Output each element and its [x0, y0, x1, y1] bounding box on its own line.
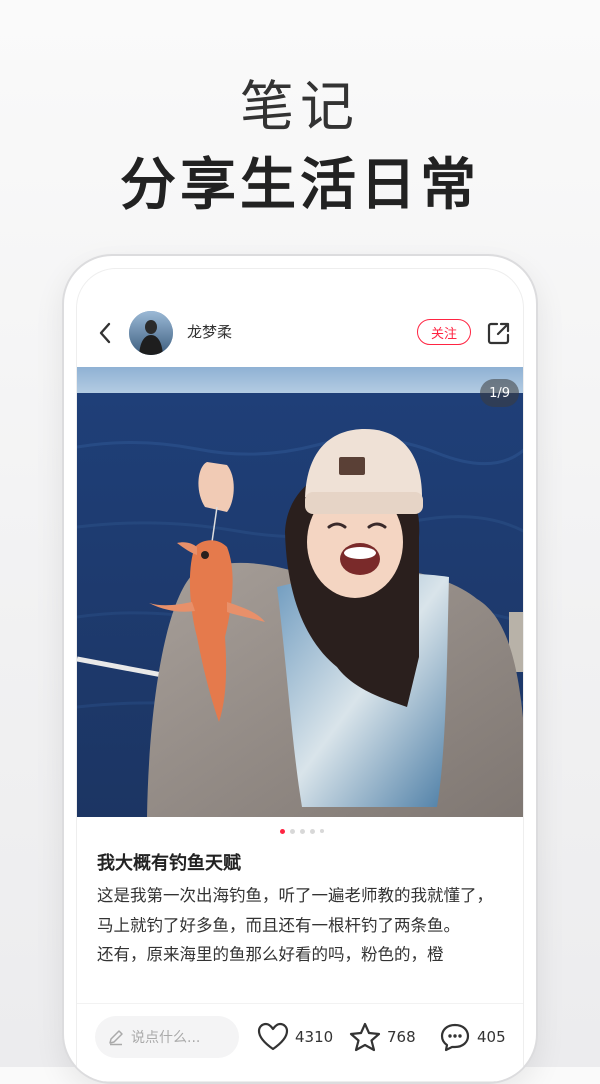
engagement-bar: 说点什么... 4310 768 405 — [77, 1003, 523, 1074]
carousel-dot-active — [280, 828, 285, 834]
back-button[interactable] — [93, 321, 117, 345]
favorite-button[interactable]: 768 — [349, 1022, 416, 1052]
star-icon — [349, 1022, 381, 1052]
carousel-dot — [320, 829, 324, 833]
hero-title: 笔记 — [240, 75, 360, 138]
heart-icon — [257, 1022, 289, 1051]
hero-subtitle: 分享生活日常 — [120, 153, 480, 218]
photo-page-indicator: 1/9 — [480, 379, 519, 407]
note-paragraph: 这是我第一次出海钓鱼，听了一遍老师教的我就懂了，马上就钓了好多鱼，而且还有一根杆… — [97, 886, 493, 935]
comment-count: 405 — [477, 1028, 506, 1046]
pencil-icon — [109, 1030, 123, 1046]
share-button[interactable] — [485, 319, 513, 347]
comment-button[interactable]: 405 — [439, 1022, 506, 1052]
comment-input[interactable]: 说点什么... — [95, 1016, 239, 1058]
share-icon — [487, 322, 510, 345]
author-name[interactable]: 龙梦柔 — [187, 321, 232, 342]
like-button[interactable]: 4310 — [257, 1022, 333, 1052]
carousel-dot — [310, 828, 315, 834]
note-screen: 龙梦柔 关注 1/9 我大概有钓鱼天赋 这是我第一次出海钓鱼，听了一遍老师教的我… — [76, 268, 524, 1082]
comment-placeholder: 说点什么... — [131, 1030, 201, 1046]
phone-frame: 龙梦柔 关注 1/9 我大概有钓鱼天赋 这是我第一次出海钓鱼，听了一遍老师教的我… — [62, 254, 538, 1084]
author-avatar[interactable] — [129, 311, 173, 355]
note-body: 这是我第一次出海钓鱼，听了一遍老师教的我就懂了，马上就钓了好多鱼，而且还有一根杆… — [97, 881, 507, 970]
favorite-count: 768 — [387, 1028, 416, 1046]
like-count: 4310 — [295, 1028, 334, 1046]
follow-button[interactable]: 关注 — [417, 319, 471, 345]
carousel-dot — [300, 828, 305, 834]
carousel-dot — [290, 828, 295, 834]
fishing-photo — [77, 367, 523, 817]
note-title: 我大概有钓鱼天赋 — [97, 853, 241, 874]
comment-bubble-icon — [440, 1023, 470, 1052]
note-header: 龙梦柔 关注 — [77, 307, 523, 359]
note-paragraph: 还有，原来海里的鱼那么好看的吗，粉色的，橙 — [97, 945, 444, 964]
back-arrow-icon — [99, 322, 111, 344]
note-photo[interactable]: 1/9 — [77, 367, 523, 817]
carousel-dots — [277, 827, 327, 835]
